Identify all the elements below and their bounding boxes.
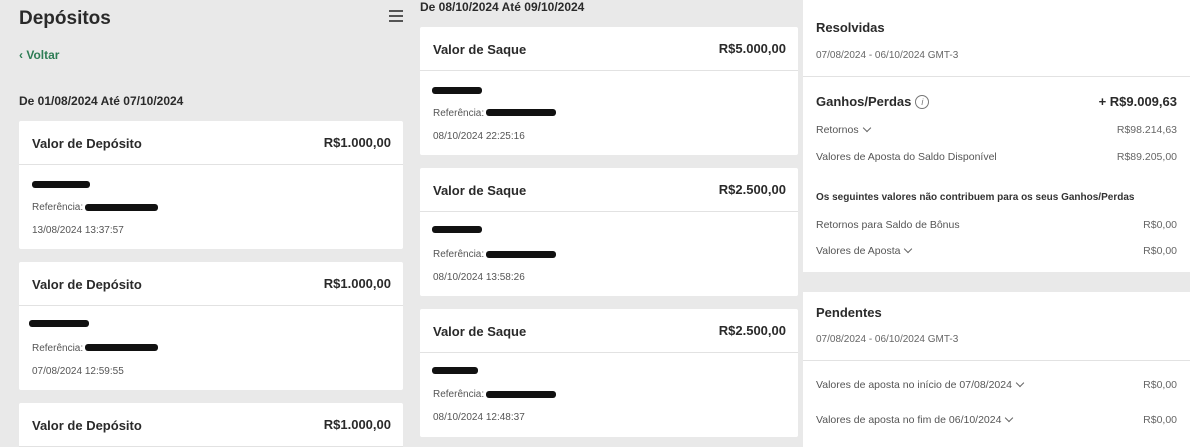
redacted-name xyxy=(29,320,89,327)
card-header: Valor de Saque R$2.500,00 xyxy=(420,309,798,353)
card-amount: R$2.500,00 xyxy=(718,182,786,197)
card-header: Valor de Saque R$2.500,00 xyxy=(420,168,798,212)
reference-label: Referência: xyxy=(433,249,485,260)
divider xyxy=(803,76,1190,77)
summary-panel: Resolvidas 07/08/2024 - 06/10/2024 GMT-3… xyxy=(803,0,1190,447)
row-value: R$98.214,63 xyxy=(1116,124,1177,136)
card-label: Valor de Saque xyxy=(433,42,527,57)
redacted-name xyxy=(32,181,90,188)
resolved-section: Resolvidas 07/08/2024 - 06/10/2024 GMT-3… xyxy=(803,0,1190,272)
card-header: Valor de Depósito R$1.000,00 xyxy=(19,121,403,165)
card-label: Valor de Saque xyxy=(433,324,527,339)
redacted-reference xyxy=(486,391,556,398)
card-amount: R$1.000,00 xyxy=(323,417,391,432)
card-amount: R$2.500,00 xyxy=(718,323,786,338)
pending-title: Pendentes xyxy=(816,305,882,320)
returns-row[interactable]: Retornos R$98.214,63 xyxy=(816,123,1177,136)
card-label: Valor de Saque xyxy=(433,183,527,198)
card-label: Valor de Depósito xyxy=(32,277,142,292)
redacted-reference xyxy=(85,204,158,211)
page-title: Depósitos xyxy=(19,8,111,29)
bet-values-row[interactable]: Valores de Aposta R$0,00 xyxy=(816,244,1177,257)
row-value: R$89.205,00 xyxy=(1116,151,1177,163)
withdrawals-panel: De 08/10/2024 Até 09/10/2024 Valor de Sa… xyxy=(414,0,803,447)
card-label: Valor de Depósito xyxy=(32,136,142,151)
row-value: R$0,00 xyxy=(1143,245,1177,257)
redacted-reference xyxy=(85,344,158,351)
reference-label: Referência: xyxy=(32,343,84,354)
deposit-card[interactable]: Valor de Depósito R$1.000,00 Referência:… xyxy=(19,121,403,249)
row-label: Retornos xyxy=(816,124,859,136)
redacted-name xyxy=(432,87,482,94)
pending-section: Pendentes 07/08/2024 - 06/10/2024 GMT-3 … xyxy=(803,292,1190,447)
row-label: Valores de aposta no fim de 06/10/2024 xyxy=(816,414,1002,426)
divider xyxy=(803,360,1190,361)
card-timestamp: 08/10/2024 12:48:37 xyxy=(433,412,525,423)
resolved-date-range: 07/08/2024 - 06/10/2024 GMT-3 xyxy=(816,50,959,61)
row-value: R$0,00 xyxy=(1143,414,1177,426)
card-header: Valor de Depósito R$1.000,00 xyxy=(19,262,403,306)
redacted-reference xyxy=(486,109,556,116)
card-header: Valor de Depósito R$1.000,00 xyxy=(19,403,403,447)
row-label: Retornos para Saldo de Bônus xyxy=(816,219,960,231)
card-label: Valor de Depósito xyxy=(32,418,142,433)
chevron-down-icon[interactable] xyxy=(862,123,871,133)
gains-total: + R$9.009,63 xyxy=(1098,94,1177,109)
back-link[interactable]: ‹ Voltar xyxy=(19,48,59,62)
card-amount: R$1.000,00 xyxy=(323,276,391,291)
redacted-name xyxy=(432,367,478,374)
gains-title: Ganhos/Perdas xyxy=(816,94,912,109)
deposit-card[interactable]: Valor de Depósito R$1.000,00 xyxy=(19,403,403,447)
card-amount: R$5.000,00 xyxy=(718,41,786,56)
back-label: Voltar xyxy=(26,48,60,62)
chevron-down-icon[interactable] xyxy=(904,244,913,254)
resolved-title: Resolvidas xyxy=(816,20,885,35)
reference-label: Referência: xyxy=(433,108,485,119)
chevron-down-icon[interactable] xyxy=(1015,378,1025,388)
reference-label: Referência: xyxy=(433,389,485,400)
card-timestamp: 13/08/2024 13:37:57 xyxy=(32,225,124,236)
card-amount: R$1.000,00 xyxy=(323,135,391,150)
info-icon[interactable]: i xyxy=(915,95,930,109)
card-timestamp: 08/10/2024 22:25:16 xyxy=(433,131,525,142)
row-label: Valores de aposta no início de 07/08/202… xyxy=(816,379,1012,391)
row-value: R$0,00 xyxy=(1143,219,1177,231)
stake-row: Valores de Aposta do Saldo Disponível R$… xyxy=(816,151,1177,163)
gains-row: Ganhos/Perdas i + R$9.009,63 xyxy=(816,94,1177,109)
redacted-reference xyxy=(486,251,556,258)
deposits-panel: Depósitos ‹ Voltar De 01/08/2024 Até 07/… xyxy=(0,0,414,447)
deposits-date-range: De 01/08/2024 Até 07/10/2024 xyxy=(19,94,184,108)
row-value: R$0,00 xyxy=(1143,379,1177,391)
withdrawal-card[interactable]: Valor de Saque R$2.500,00 Referência: 08… xyxy=(420,309,798,437)
excluded-note: Os seguintes valores não contribuem para… xyxy=(816,192,1135,203)
bonus-returns-row: Retornos para Saldo de Bônus R$0,00 xyxy=(816,219,1177,231)
row-label: Valores de Aposta do Saldo Disponível xyxy=(816,151,997,163)
pending-date-range: 07/08/2024 - 06/10/2024 GMT-3 xyxy=(816,334,959,345)
withdrawals-date-range: De 08/10/2024 Até 09/10/2024 xyxy=(420,0,585,14)
chevron-left-icon: ‹ xyxy=(19,48,23,62)
reference-label: Referência: xyxy=(32,202,84,213)
card-timestamp: 08/10/2024 13:58:26 xyxy=(433,272,525,283)
row-label: Valores de Aposta xyxy=(816,245,901,257)
card-header: Valor de Saque R$5.000,00 xyxy=(420,27,798,71)
withdrawal-card[interactable]: Valor de Saque R$5.000,00 Referência: 08… xyxy=(420,27,798,155)
chevron-down-icon[interactable] xyxy=(1005,413,1014,423)
pending-start-row[interactable]: Valores de aposta no início de 07/08/202… xyxy=(816,378,1177,391)
hamburger-icon[interactable] xyxy=(389,10,403,24)
deposit-card[interactable]: Valor de Depósito R$1.000,00 Referência:… xyxy=(19,262,403,390)
redacted-name xyxy=(432,226,482,233)
pending-end-row[interactable]: Valores de aposta no fim de 06/10/2024 R… xyxy=(816,413,1177,426)
withdrawal-card[interactable]: Valor de Saque R$2.500,00 Referência: 08… xyxy=(420,168,798,296)
card-timestamp: 07/08/2024 12:59:55 xyxy=(32,366,124,377)
